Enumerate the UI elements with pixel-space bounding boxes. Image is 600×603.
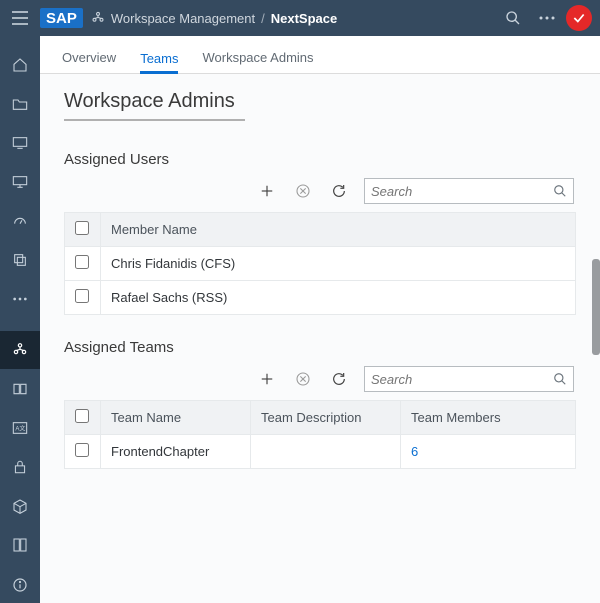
nav-servers-icon[interactable] (0, 527, 40, 564)
breadcrumb: Workspace Management / NextSpace (91, 11, 498, 26)
nav-box-icon[interactable] (0, 488, 40, 525)
table-row[interactable]: Rafael Sachs (RSS) (65, 281, 576, 315)
row-checkbox[interactable] (75, 443, 89, 457)
team-name: FrontendChapter (101, 435, 251, 469)
breadcrumb-root[interactable]: Workspace Management (111, 11, 255, 26)
refresh-users-button[interactable] (328, 180, 350, 202)
teams-col-name[interactable]: Team Name (101, 401, 251, 435)
overflow-icon[interactable] (532, 0, 562, 36)
nav-gauge-icon[interactable] (0, 202, 40, 239)
teams-col-desc[interactable]: Team Description (251, 401, 401, 435)
nav-workspace-icon[interactable] (0, 331, 40, 368)
add-team-button[interactable] (256, 368, 278, 390)
users-table: Member Name Chris Fidanidis (CFS) Rafael… (64, 212, 576, 315)
menu-toggle[interactable] (0, 0, 40, 36)
nav-display-icon[interactable] (0, 124, 40, 161)
add-user-button[interactable] (256, 180, 278, 202)
nav-book-icon[interactable] (0, 371, 40, 408)
tab-teams[interactable]: Teams (140, 51, 178, 74)
nav-folder-icon[interactable] (0, 85, 40, 122)
nav-lang-icon[interactable]: A文 (0, 410, 40, 447)
table-row[interactable]: Chris Fidanidis (CFS) (65, 247, 576, 281)
search-icon[interactable] (553, 184, 567, 198)
avatar[interactable] (566, 5, 592, 31)
breadcrumb-icon (91, 11, 105, 25)
svg-text:A文: A文 (15, 425, 25, 433)
user-name: Chris Fidanidis (CFS) (101, 247, 576, 281)
assigned-teams-title: Assigned Teams (64, 339, 576, 356)
nav-lock-icon[interactable] (0, 449, 40, 486)
remove-team-button[interactable] (292, 368, 314, 390)
user-name: Rafael Sachs (RSS) (101, 281, 576, 315)
tab-workspace-admins[interactable]: Workspace Admins (202, 50, 313, 73)
tab-overview[interactable]: Overview (62, 50, 116, 73)
sap-logo: SAP (40, 8, 83, 28)
nav-copy-icon[interactable] (0, 241, 40, 278)
remove-user-button[interactable] (292, 180, 314, 202)
nav-home-icon[interactable] (0, 46, 40, 83)
breadcrumb-current: NextSpace (271, 11, 337, 26)
users-toolbar (64, 178, 576, 204)
nav-info-icon[interactable] (0, 566, 40, 603)
users-search[interactable] (364, 178, 574, 204)
nav-presentation-icon[interactable] (0, 163, 40, 200)
teams-toolbar (64, 366, 576, 392)
search-icon[interactable] (498, 0, 528, 36)
scrollbar-thumb[interactable] (592, 259, 600, 355)
row-checkbox[interactable] (75, 255, 89, 269)
teams-table: Team Name Team Description Team Members … (64, 400, 576, 469)
breadcrumb-separator: / (261, 11, 265, 26)
refresh-teams-button[interactable] (328, 368, 350, 390)
team-desc (251, 435, 401, 469)
table-row[interactable]: FrontendChapter 6 (65, 435, 576, 469)
side-nav: A文 (0, 36, 40, 603)
row-checkbox[interactable] (75, 289, 89, 303)
teams-search-input[interactable] (371, 372, 553, 387)
tab-bar: Overview Teams Workspace Admins (40, 36, 600, 74)
page-title: Workspace Admins (64, 90, 245, 121)
teams-select-all[interactable] (75, 409, 89, 423)
teams-search[interactable] (364, 366, 574, 392)
search-icon[interactable] (553, 372, 567, 386)
team-members-link[interactable]: 6 (411, 444, 418, 459)
users-col-name[interactable]: Member Name (101, 213, 576, 247)
teams-col-members[interactable]: Team Members (401, 401, 576, 435)
users-select-all[interactable] (75, 221, 89, 235)
users-search-input[interactable] (371, 184, 553, 199)
assigned-users-title: Assigned Users (64, 151, 576, 168)
nav-more-icon[interactable] (0, 281, 40, 318)
